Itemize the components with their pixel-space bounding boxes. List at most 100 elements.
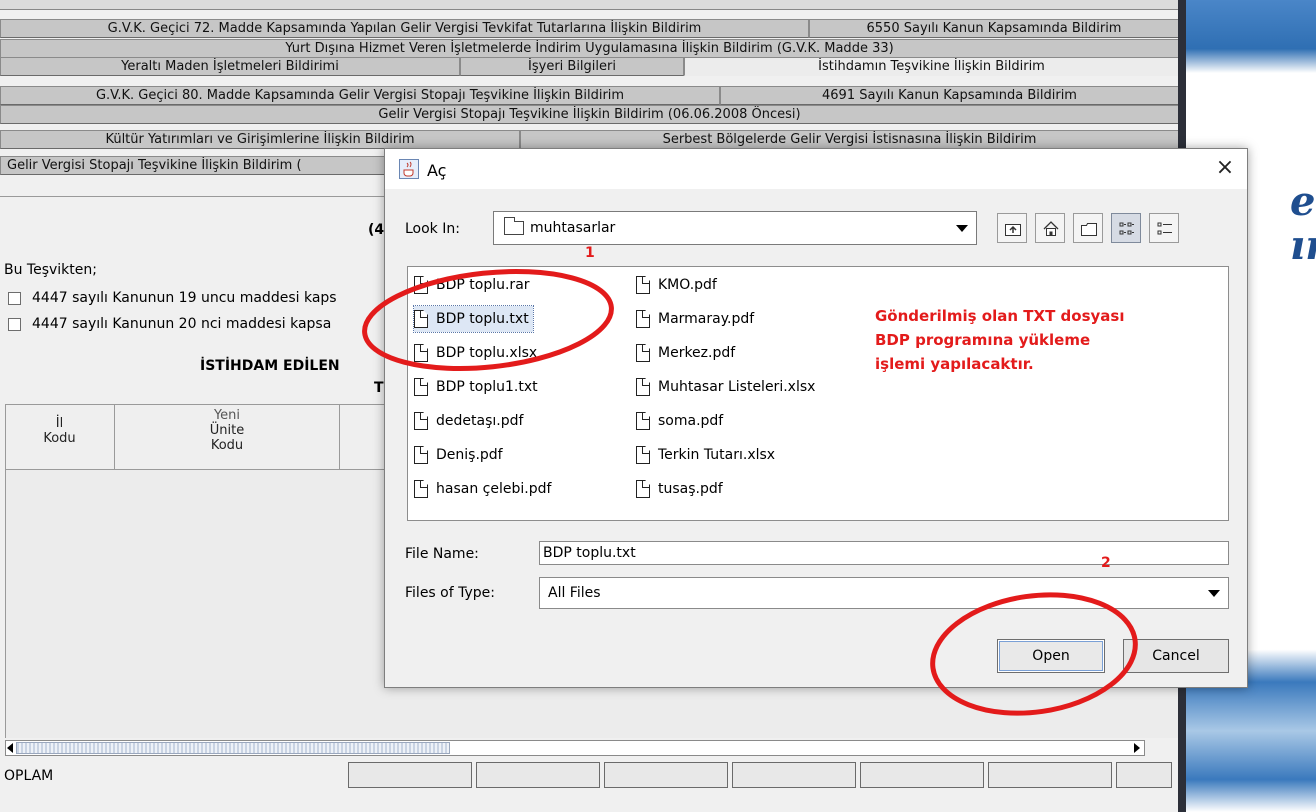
total-label: OPLAM xyxy=(4,768,54,784)
file-icon xyxy=(636,480,650,498)
open-button[interactable]: Open xyxy=(997,639,1105,673)
file-icon xyxy=(414,344,428,362)
folder-icon xyxy=(504,217,524,235)
file-name: BDP toplu.txt xyxy=(436,311,529,327)
file-name: BDP toplu.xlsx xyxy=(436,345,538,361)
tab-row-2: Yurt Dışına Hizmet Veren İşletmelerde İn… xyxy=(0,39,1179,58)
col-il-line1: İl xyxy=(55,416,64,431)
tab-istihdam-tesvik[interactable]: İstihdamın Teşvikine İlişkin Bildirim xyxy=(684,57,1179,76)
file-item[interactable]: Merkez.pdf xyxy=(636,340,735,366)
home-button[interactable] xyxy=(1035,213,1065,243)
option1-label: 4447 sayılı Kanunun 19 uncu maddesi kaps xyxy=(32,290,337,306)
file-item[interactable]: BDP toplu.rar xyxy=(414,272,530,298)
new-folder-icon xyxy=(1081,223,1097,236)
tab-gvk-gecici-80[interactable]: G.V.K. Geçici 80. Madde Kapsamında Gelir… xyxy=(0,86,720,105)
tab-serbest-bolgeler[interactable]: Serbest Bölgelerde Gelir Vergisi İstisna… xyxy=(520,130,1179,149)
tab-isyeri-bilgileri[interactable]: İşyeri Bilgileri xyxy=(460,57,684,76)
col-il-line2: Kodu xyxy=(43,431,76,446)
tab-yeralti-maden[interactable]: Yeraltı Maden İşletmeleri Bildirimi xyxy=(0,57,460,76)
list-view-button[interactable] xyxy=(1111,213,1141,243)
file-name: dedetaşı.pdf xyxy=(436,413,524,429)
file-icon xyxy=(636,276,650,294)
column-header-il-kodu[interactable]: İl Kodu xyxy=(5,404,115,470)
file-icon xyxy=(414,446,428,464)
file-name: soma.pdf xyxy=(658,413,724,429)
file-item[interactable]: Muhtasar Listeleri.xlsx xyxy=(636,374,815,400)
file-name-input[interactable] xyxy=(539,541,1229,565)
scroll-left-icon[interactable] xyxy=(7,743,13,753)
horizontal-scrollbar[interactable] xyxy=(5,740,1145,756)
total-cell-3 xyxy=(604,762,728,788)
total-cell-5 xyxy=(860,762,984,788)
look-in-value: muhtasarlar xyxy=(530,220,616,236)
home-icon xyxy=(1043,221,1059,236)
column-header-yeni-unite[interactable]: Yeni Ünite Kodu xyxy=(115,404,340,470)
option2-checkbox[interactable] xyxy=(8,318,21,331)
file-item[interactable]: soma.pdf xyxy=(636,408,723,434)
tab-kultur-yatirimlari[interactable]: Kültür Yatırımları ve Girişimlerine İliş… xyxy=(0,130,520,149)
file-name: BDP toplu.rar xyxy=(436,277,530,293)
file-item[interactable]: BDP toplu.xlsx xyxy=(414,340,537,366)
tab-row-7: Gelir Vergisi Stopajı Teşvikine İlişkin … xyxy=(0,156,390,175)
file-item[interactable]: KMO.pdf xyxy=(636,272,717,298)
intro-text: Bu Teşvikten; xyxy=(4,262,97,278)
col-yeni-line2: Ünite xyxy=(209,423,245,438)
panel-divider xyxy=(0,196,390,197)
file-item[interactable]: dedetaşı.pdf xyxy=(414,408,523,434)
file-name: Merkez.pdf xyxy=(658,345,736,361)
up-folder-button[interactable] xyxy=(997,213,1027,243)
total-cell-6 xyxy=(988,762,1112,788)
chevron-down-icon[interactable] xyxy=(1208,590,1220,597)
tab-6550-kanun[interactable]: 6550 Sayılı Kanun Kapsamında Bildirim xyxy=(809,19,1179,38)
total-cell-1 xyxy=(348,762,472,788)
tab-row-5: Gelir Vergisi Stopajı Teşvikine İlişkin … xyxy=(0,105,1179,124)
file-item[interactable]: Terkin Tutarı.xlsx xyxy=(636,442,775,468)
scrollbar-thumb[interactable] xyxy=(16,742,450,754)
chevron-down-icon[interactable] xyxy=(956,225,968,232)
file-icon xyxy=(414,412,428,430)
tab-gvk-gecici-72[interactable]: G.V.K. Geçici 72. Madde Kapsamında Yapıl… xyxy=(0,19,809,38)
tab-stopaj-tesvik[interactable]: Gelir Vergisi Stopajı Teşvikine İlişkin … xyxy=(0,156,390,175)
tab-yurt-disi-hizmet[interactable]: Yurt Dışına Hizmet Veren İşletmelerde İn… xyxy=(0,39,1179,58)
annotation-step-2: 2 xyxy=(1101,555,1111,571)
file-name-label: File Name: xyxy=(405,546,479,562)
look-in-combo[interactable]: muhtasarlar xyxy=(493,211,977,245)
tab-stopaj-tesvik-2008[interactable]: Gelir Vergisi Stopajı Teşvikine İlişkin … xyxy=(0,105,1179,124)
files-of-type-combo[interactable]: All Files xyxy=(539,577,1229,609)
file-item[interactable]: BDP toplu1.txt xyxy=(414,374,538,400)
cancel-button[interactable]: Cancel xyxy=(1123,639,1229,673)
employed-header: İSTİHDAM EDİLEN xyxy=(200,358,340,374)
file-icon xyxy=(414,378,428,396)
file-item[interactable]: BDP toplu.txt xyxy=(413,305,534,333)
file-item[interactable]: hasan çelebi.pdf xyxy=(414,476,551,502)
tab-4691-kanun[interactable]: 4691 Sayılı Kanun Kapsamında Bildirim xyxy=(720,86,1179,105)
employed-header-2: T xyxy=(374,380,384,396)
file-icon xyxy=(636,412,650,430)
file-icon xyxy=(636,344,650,362)
java-cup-icon xyxy=(399,159,419,179)
tab-row-3: Yeraltı Maden İşletmeleri Bildirimi İşye… xyxy=(0,57,1179,76)
file-item[interactable]: Marmaray.pdf xyxy=(636,306,754,332)
scroll-right-icon[interactable] xyxy=(1134,743,1140,753)
details-view-button[interactable] xyxy=(1149,213,1179,243)
file-name: Deniş.pdf xyxy=(436,447,503,463)
file-icon xyxy=(414,276,428,294)
details-view-icon xyxy=(1157,222,1172,235)
tab-row-1: G.V.K. Geçici 72. Madde Kapsamında Yapıl… xyxy=(0,19,1179,38)
top-strip xyxy=(0,0,1180,10)
col-yeni-line3: Kodu xyxy=(210,438,244,453)
annotation-note: Gönderilmiş olan TXT dosyası BDP program… xyxy=(875,307,1125,373)
file-name: BDP toplu1.txt xyxy=(436,379,538,395)
file-name: tusaş.pdf xyxy=(658,481,723,497)
tab-row-6: Kültür Yatırımları ve Girişimlerine İliş… xyxy=(0,130,1179,149)
new-folder-button[interactable] xyxy=(1073,213,1103,243)
paren-fragment: (4 xyxy=(368,222,385,238)
close-icon[interactable]: × xyxy=(1211,155,1239,183)
option1-checkbox[interactable] xyxy=(8,292,21,305)
total-cell-2 xyxy=(476,762,600,788)
file-item[interactable]: Deniş.pdf xyxy=(414,442,503,468)
dialog-titlebar[interactable]: Aç × xyxy=(385,149,1247,189)
total-cell-4 xyxy=(732,762,856,788)
up-folder-icon xyxy=(1005,224,1021,236)
file-item[interactable]: tusaş.pdf xyxy=(636,476,723,502)
